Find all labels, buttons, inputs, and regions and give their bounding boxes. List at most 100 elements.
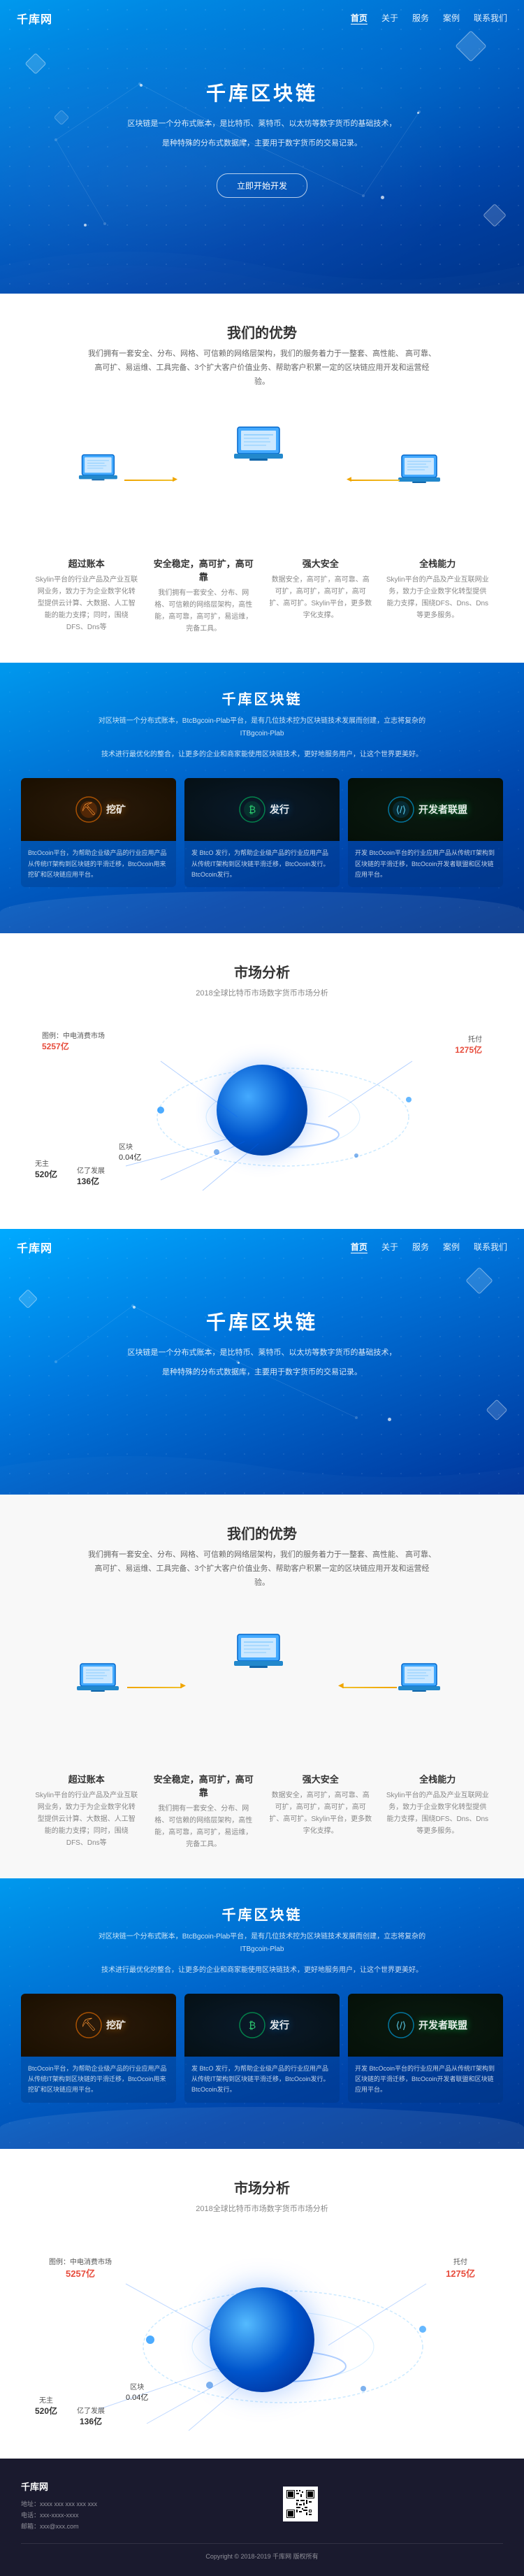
arrow2-left: ▶: [127, 1687, 182, 1688]
feature2-2: 安全稳定，高可扩，高可靠 我们拥有一套安全、分布、网格、可信赖的网络层架构，高性…: [152, 1772, 255, 1850]
laptop-center: [234, 424, 290, 473]
planet2-diagram: 图例：中电消费市场 5257亿 托付 1275亿 无主 520亿 区块 0.04…: [21, 2235, 503, 2445]
svg-text:₿: ₿: [249, 2020, 256, 2031]
feature2-4-text: Skylin平台的产品及产业互联网业务，致力于企业数字化转型提供能力支撑，围绕D…: [386, 1790, 489, 1837]
footer-info: 千库网 地址：xxxx xxx xxx xxx xxx 电话：xxx-xxxx-…: [21, 2480, 97, 2533]
issuance2-icon: ₿: [235, 2008, 270, 2043]
m2l4-title: 区块: [126, 2381, 148, 2391]
bc2-card-text-1: BtcOcoin平台，为帮助企业级产品的行业应用产品从传统IT架构到区块链的平滑…: [21, 2057, 176, 2103]
blockchain-title: 千库区块链: [21, 688, 503, 708]
laptop2-center-icon: [234, 1631, 290, 1676]
m2l1-value: 5257亿: [49, 2266, 112, 2280]
footer-email: 邮箱：xxx@xxx.com: [21, 2521, 97, 2532]
nav2-link-case[interactable]: 案例: [443, 1241, 460, 1253]
mining2-icon: ⛏: [71, 2008, 106, 2043]
feature2-2-title: 安全稳定，高可扩，高可靠: [152, 1772, 255, 1799]
advantages2-subtitle: 我们拥有一套安全、分布、网格、可信赖的网络层架构，我们的服务着力于一整套、高性能…: [87, 1548, 437, 1590]
svg-text:⛏: ⛏: [81, 2017, 97, 2031]
market2-label-3: 无主 520亿: [35, 2394, 57, 2417]
advantages2-title: 我们的优势: [21, 1523, 503, 1543]
market-label-5: 亿了发展 136亿: [77, 1165, 105, 1187]
label-5-title: 亿了发展: [77, 1165, 105, 1175]
hero-cta-button[interactable]: 立即开始开发: [217, 173, 307, 198]
nav-link-case[interactable]: 案例: [443, 12, 460, 24]
market2-label-1: 图例：中电消费市场 5257亿: [49, 2256, 112, 2280]
svg-text:⟨/⟩: ⟨/⟩: [396, 2020, 407, 2031]
footer-qr-code: [283, 2487, 318, 2521]
bc-card-label-3: 开发者联盟: [419, 803, 467, 816]
nav2-link-home[interactable]: 首页: [351, 1241, 367, 1253]
m2l3-title: 无主: [35, 2394, 57, 2405]
laptop2-center: [234, 1631, 290, 1680]
feature-3-text: 数据安全，高可扩，高可靠、高可扩，高可扩，高可扩，高可扩、高可扩。Skylin平…: [269, 574, 372, 621]
blockchain2-card-1: ⛏ 挖矿 BtcOcoin平台，为帮助企业级产品的行业应用产品从传统IT架构到区…: [21, 1994, 176, 2103]
blockchain-cards: ⛏ 挖矿 BtcOcoin平台，为帮助企业级产品的行业应用产品从传统IT架构到区…: [21, 778, 503, 887]
advantages2-diagram: ▶ ◀: [21, 1611, 503, 1751]
market2-section: 市场分析 2018全球比特币市场数字货币市场分析 图例：中电消费市场 5257亿: [0, 2149, 524, 2459]
svg-text:⟨/⟩: ⟨/⟩: [396, 804, 407, 815]
footer-copyright: Copyright © 2018-2019 千库网 版权所有: [21, 2543, 503, 2562]
hero-wave: [0, 238, 524, 294]
bc2-card-img-3: ⟨/⟩ 开发者联盟: [348, 1994, 503, 2057]
feature-1: 超过账本 Skylin平台的行业产品及产业互联网业务，致力于为企业数字化转型提供…: [35, 556, 138, 635]
bc2-card-label-1: 挖矿: [106, 2018, 126, 2032]
feature2-2-text: 我们拥有一套安全、分布、网格、可信赖的网络层架构，高性能，高可靠，高可扩，易运维…: [152, 1803, 255, 1850]
nav-link-home[interactable]: 首页: [351, 12, 367, 24]
hero2-subtitle-2: 是种特殊的分布式数据库，主要用于数字货币的交易记录。: [0, 1366, 524, 1380]
laptop-left-icon: [77, 452, 126, 490]
feature-1-text: Skylin平台的行业产品及产业互联网业务，致力于为企业数字化转型提供云计算、大…: [35, 574, 138, 633]
bc-card-label-1: 挖矿: [106, 803, 126, 816]
m2l2-title: 托付: [446, 2256, 475, 2266]
blockchain-card-3: ⟨/⟩ 开发者联盟 开发 BtcOcoin平台的行业应用产品从传统IT架构到区块…: [348, 778, 503, 887]
bc2-card-label-2: 发行: [270, 2018, 289, 2032]
arrow-right: ◀: [351, 480, 400, 481]
arrow2-right: ◀: [342, 1687, 397, 1688]
blockchain2-card-3: ⟨/⟩ 开发者联盟 开发 BtcOcoin平台的行业应用产品从传统IT架构到区块…: [348, 1994, 503, 2103]
feature2-3-text: 数据安全，高可扩，高可靠、高可扩，高可扩，高可扩，高可扩、高可扩。Skylin平…: [269, 1790, 372, 1837]
feature-2-title: 安全稳定，高可扩，高可靠: [152, 556, 255, 583]
nav2-links: 首页 关于 服务 案例 联系我们: [351, 1241, 507, 1253]
m2l3-value: 520亿: [35, 2405, 57, 2417]
hero2-section: 千库网 首页 关于 服务 案例 联系我们 千库区块链 区块链是一个分布式账本，是…: [0, 1229, 524, 1495]
advantages2-features: 超过账本 Skylin平台的行业产品及产业互联网业务，致力于为企业数字化转型提供…: [21, 1772, 503, 1850]
feature2-4: 全栈能力 Skylin平台的产品及产业互联网业务，致力于企业数字化转型提供能力支…: [386, 1772, 489, 1850]
blockchain-card-1: ⛏ 挖矿 BtcOcoin平台，为帮助企业级产品的行业应用产品从传统IT架构到区…: [21, 778, 176, 887]
m2l5-title: 亿了发展: [77, 2405, 105, 2415]
advantages2-section: 我们的优势 我们拥有一套安全、分布、网格、可信赖的网络层架构，我们的服务着力于一…: [0, 1495, 524, 1878]
bc2-card-label-3: 开发者联盟: [419, 2018, 467, 2032]
footer-phone: 电话：xxx-xxxx-xxxx: [21, 2510, 97, 2521]
nav2-link-about[interactable]: 关于: [381, 1241, 398, 1253]
feature-2-text: 我们拥有一套安全、分布、网格、可信赖的网络层架构，高性能，高可靠，高可扩，易运维…: [152, 587, 255, 635]
nav-link-about[interactable]: 关于: [381, 12, 398, 24]
advantages-title: 我们的优势: [21, 322, 503, 342]
laptop2-left-icon: [77, 1660, 126, 1702]
market-title: 市场分析: [21, 961, 503, 981]
nav-link-service[interactable]: 服务: [412, 12, 429, 24]
feature2-1-title: 超过账本: [35, 1772, 138, 1785]
bc-card-label-2: 发行: [270, 803, 289, 816]
feature2-4-title: 全栈能力: [386, 1772, 489, 1785]
label-3-value: 520亿: [35, 1168, 57, 1180]
advantages-features: 超过账本 Skylin平台的行业产品及产业互联网业务，致力于为企业数字化转型提供…: [21, 556, 503, 635]
hero2-title: 千库区块链: [0, 1307, 524, 1335]
bc-card-img-1: ⛏ 挖矿: [21, 778, 176, 841]
market-label-1: 图例：中电消费市场 5257亿: [42, 1030, 105, 1052]
bc-card-img-2: ₿ 发行: [184, 778, 340, 841]
bc2-card-img-2: ₿ 发行: [184, 1994, 340, 2057]
advantages-section: 我们的优势 我们拥有一套安全、分布、网格、可信赖的网络层架构，我们的服务着力于一…: [0, 294, 524, 663]
footer-logo: 千库网: [21, 2480, 97, 2493]
nav2-link-service[interactable]: 服务: [412, 1241, 429, 1253]
qr-code-image: [285, 2489, 316, 2519]
feature-4-title: 全栈能力: [386, 556, 489, 570]
label-5-value: 136亿: [77, 1175, 105, 1187]
nav2-link-contact[interactable]: 联系我们: [474, 1241, 507, 1253]
blockchain2-cards: ⛏ 挖矿 BtcOcoin平台，为帮助企业级产品的行业应用产品从传统IT架构到区…: [21, 1994, 503, 2103]
nav2-logo: 千库网: [17, 1239, 52, 1255]
feature-4: 全栈能力 Skylin平台的产品及产业互联网业务，致力于企业数字化转型提供能力支…: [386, 556, 489, 635]
hero-content: 千库区块链 区块链是一个分布式账本，是比特币、莱特币、以太坊等数字货币的基础技术…: [0, 36, 524, 198]
blockchain-desc-2: 技术进行最优化的整合，让更多的企业和商家能使用区块链技术，更好地服务用户，让这个…: [87, 749, 437, 761]
nav-link-contact[interactable]: 联系我们: [474, 12, 507, 24]
market2-label-5: 亿了发展 136亿: [77, 2405, 105, 2427]
label-2-value: 1275亿: [455, 1044, 482, 1056]
laptop-right: [398, 452, 447, 497]
